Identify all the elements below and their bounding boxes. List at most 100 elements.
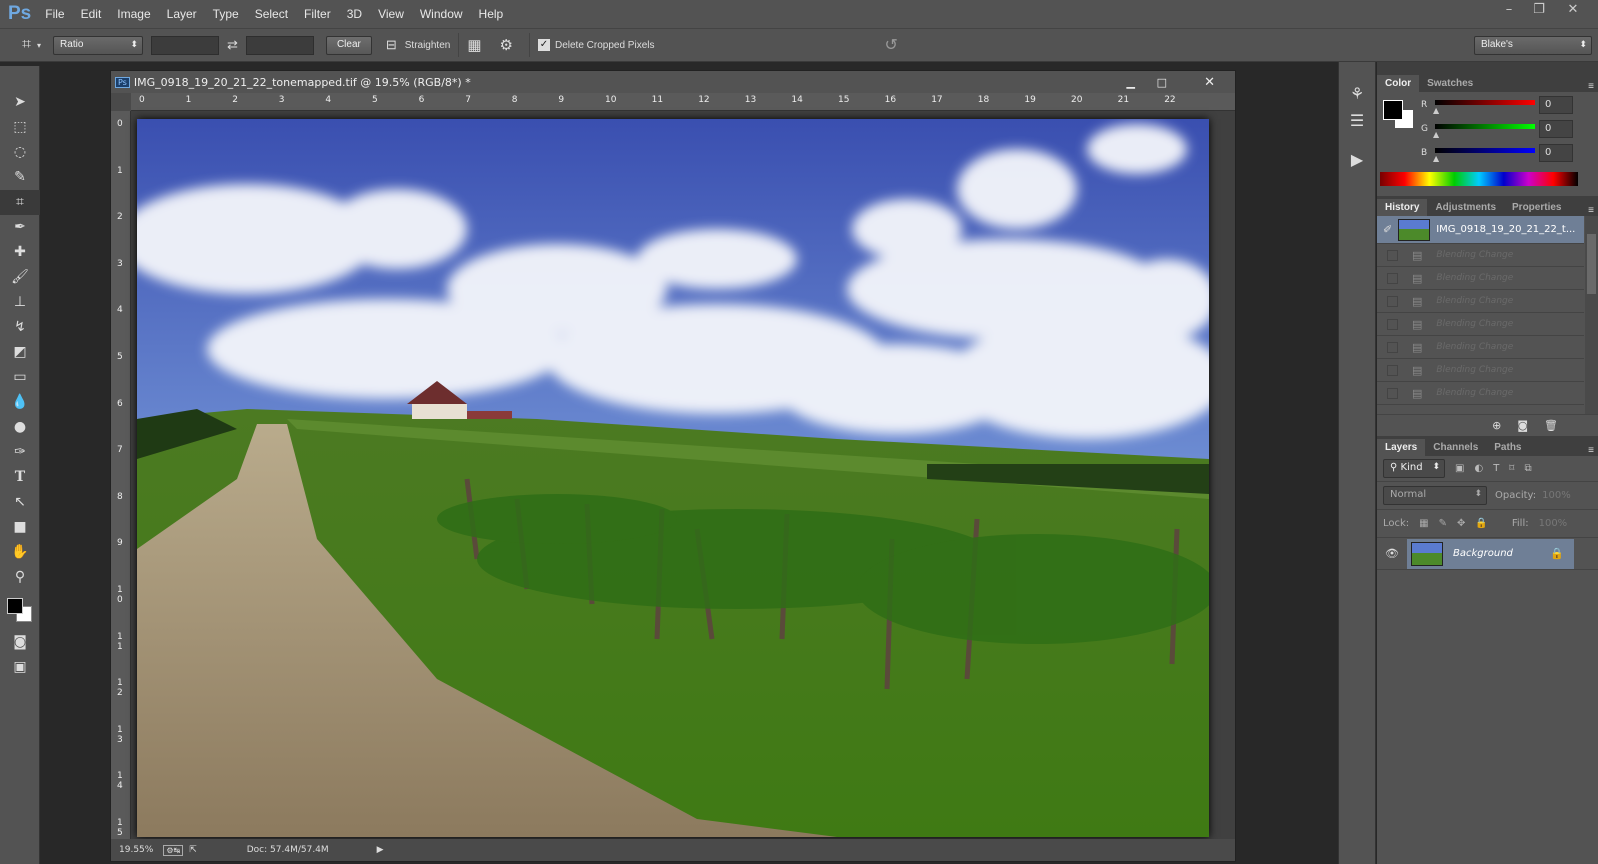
brushes-icon[interactable]: ⚘	[1339, 84, 1375, 103]
foreground-swatch[interactable]	[1383, 100, 1403, 120]
move-tool-icon[interactable]: ➤	[0, 90, 40, 115]
history-item[interactable]: ▤ Blending Change	[1377, 359, 1584, 382]
color-spectrum-ramp[interactable]	[1380, 172, 1578, 186]
gradient-tool-icon[interactable]: ▭	[0, 365, 40, 390]
menu-window[interactable]: Window	[420, 7, 463, 21]
menu-type[interactable]: Type	[213, 7, 239, 21]
history-source-checkbox[interactable]	[1387, 249, 1398, 261]
channel-value-input[interactable]: 0	[1539, 120, 1573, 138]
history-brush-source-icon[interactable]: ✐	[1383, 223, 1392, 236]
layer-name[interactable]: Background	[1453, 548, 1513, 559]
panel-menu-icon[interactable]: ≡	[1588, 445, 1594, 456]
layer-row-background[interactable]: 👁 Background 🔒	[1377, 538, 1598, 570]
tab-properties[interactable]: Properties	[1504, 199, 1569, 216]
eyedropper-tool-icon[interactable]: ✒	[0, 215, 40, 240]
blur-tool-icon[interactable]: 💧	[0, 390, 40, 415]
gear-icon[interactable]: ⚙	[500, 36, 513, 54]
history-source-checkbox[interactable]	[1387, 387, 1398, 399]
history-item[interactable]: ▤ Blending Change	[1377, 267, 1584, 290]
reset-icon[interactable]: ↺	[884, 35, 897, 55]
stamp-tool-icon[interactable]: ⊥	[0, 290, 40, 315]
ratio-select[interactable]: Ratio	[53, 35, 144, 55]
delete-cropped-checkbox[interactable]: ✓	[537, 39, 550, 51]
channel-value-input[interactable]: 0	[1539, 144, 1573, 162]
channel-slider[interactable]	[1435, 100, 1535, 105]
history-item[interactable]: ▤ Blending Change	[1377, 313, 1584, 336]
foreground-color-swatch[interactable]	[7, 598, 23, 614]
export-icon[interactable]: ⇱	[189, 845, 197, 855]
straighten-icon[interactable]: ⊟	[386, 37, 397, 53]
workspace-select[interactable]: Blake's	[1474, 35, 1592, 55]
horizontal-ruler[interactable]: 0 1 2 3 4 5 6 7 8 9 10 11 12 13 14 15 16 17 18 19 20 21 22	[131, 93, 1235, 111]
swap-icon[interactable]: ⇄	[227, 37, 238, 53]
tool-preset-chevron-icon[interactable]: ▾	[37, 41, 41, 50]
height-input[interactable]	[245, 35, 314, 55]
lock-position-icon[interactable]: ✥	[1457, 518, 1465, 529]
history-source-checkbox[interactable]	[1387, 341, 1398, 353]
menu-view[interactable]: View	[378, 7, 404, 21]
history-item[interactable]: ▤ Blending Change	[1377, 336, 1584, 359]
history-item[interactable]: ▤ Blending Change	[1377, 290, 1584, 313]
panel-menu-icon[interactable]: ≡	[1588, 81, 1594, 92]
brush-presets-icon[interactable]: ☰	[1339, 111, 1375, 130]
history-item[interactable]: ▤ Blending Change	[1377, 244, 1584, 267]
dodge-tool-icon[interactable]: ●	[0, 415, 40, 440]
slider-handle-icon[interactable]: ▲	[1433, 154, 1439, 163]
screen-mode-icon[interactable]: ▣	[0, 655, 40, 680]
slider-handle-icon[interactable]: ▲	[1433, 106, 1439, 115]
menu-select[interactable]: Select	[255, 7, 288, 21]
blend-mode-select[interactable]: Normal	[1383, 486, 1487, 505]
visibility-eye-icon[interactable]: 👁	[1377, 547, 1407, 560]
menu-file[interactable]: File	[45, 7, 64, 21]
history-source-checkbox[interactable]	[1387, 318, 1398, 330]
ruler-origin[interactable]	[111, 93, 131, 111]
adjustment-filter-icon[interactable]: ◐	[1474, 463, 1483, 474]
color-swatches[interactable]	[0, 590, 39, 630]
restore-button[interactable]: ❐	[1524, 0, 1554, 22]
tab-layers[interactable]: Layers	[1377, 439, 1426, 456]
pen-tool-icon[interactable]: ✑	[0, 440, 40, 465]
minimize-button[interactable]: –	[1494, 0, 1524, 22]
width-input[interactable]	[151, 35, 220, 55]
filter-kind-select[interactable]: ⚲ Kind	[1383, 459, 1445, 478]
panel-menu-icon[interactable]: ≡	[1588, 205, 1594, 216]
pixel-filter-icon[interactable]: ▣	[1455, 463, 1464, 474]
tab-color[interactable]: Color	[1377, 75, 1420, 92]
history-scrollbar[interactable]	[1585, 216, 1598, 414]
history-snapshot[interactable]: ✐ IMG_0918_19_20_21_22_t...	[1377, 216, 1584, 244]
lock-pixels-icon[interactable]: ✎	[1439, 518, 1447, 529]
tab-channels[interactable]: Channels	[1425, 439, 1486, 456]
history-source-checkbox[interactable]	[1387, 364, 1398, 376]
actions-play-icon[interactable]: ▶	[1339, 150, 1375, 169]
menu-filter[interactable]: Filter	[304, 7, 331, 21]
lock-all-icon[interactable]: 🔒	[1475, 518, 1487, 529]
straighten-button[interactable]: Straighten	[405, 40, 451, 51]
channel-slider[interactable]	[1435, 148, 1535, 153]
healing-brush-tool-icon[interactable]: ✚	[0, 240, 40, 265]
menu-3d[interactable]: 3D	[347, 7, 362, 21]
doc-minimize-button[interactable]: ▁	[1127, 76, 1135, 89]
menu-help[interactable]: Help	[479, 7, 504, 21]
shape-filter-icon[interactable]: ⌑	[1509, 463, 1514, 474]
tab-swatches[interactable]: Swatches	[1419, 75, 1481, 92]
tab-paths[interactable]: Paths	[1486, 439, 1529, 456]
crop-tool-icon[interactable]: ⌗	[22, 36, 31, 54]
vertical-ruler[interactable]: 0 1 2 3 4 5 6 7 8 9 10 11 12 13 14 15	[111, 111, 131, 839]
share-icon[interactable]: ⚙↹	[163, 844, 184, 856]
fill-input[interactable]: 100%	[1539, 518, 1568, 529]
overlay-grid-icon[interactable]: ▦	[467, 36, 481, 54]
shape-tool-icon[interactable]: ■	[0, 515, 40, 540]
document-title-bar[interactable]: Ps IMG_0918_19_20_21_22_tonemapped.tif @…	[111, 71, 1235, 93]
smart-object-filter-icon[interactable]: ⧉	[1524, 463, 1531, 474]
channel-value-input[interactable]: 0	[1539, 96, 1573, 114]
lasso-tool-icon[interactable]: ◌	[0, 140, 40, 165]
marquee-tool-icon[interactable]: ⬚	[0, 115, 40, 140]
document-size[interactable]: Doc: 57.4M/57.4M	[247, 845, 329, 855]
slider-handle-icon[interactable]: ▲	[1433, 130, 1439, 139]
status-menu-arrow-icon[interactable]: ▶	[377, 845, 384, 855]
history-brush-tool-icon[interactable]: ↯	[0, 315, 40, 340]
doc-close-button[interactable]: ✕	[1204, 75, 1215, 90]
menu-layer[interactable]: Layer	[167, 7, 197, 21]
tab-adjustments[interactable]: Adjustments	[1427, 199, 1504, 216]
eraser-tool-icon[interactable]: ◩	[0, 340, 40, 365]
